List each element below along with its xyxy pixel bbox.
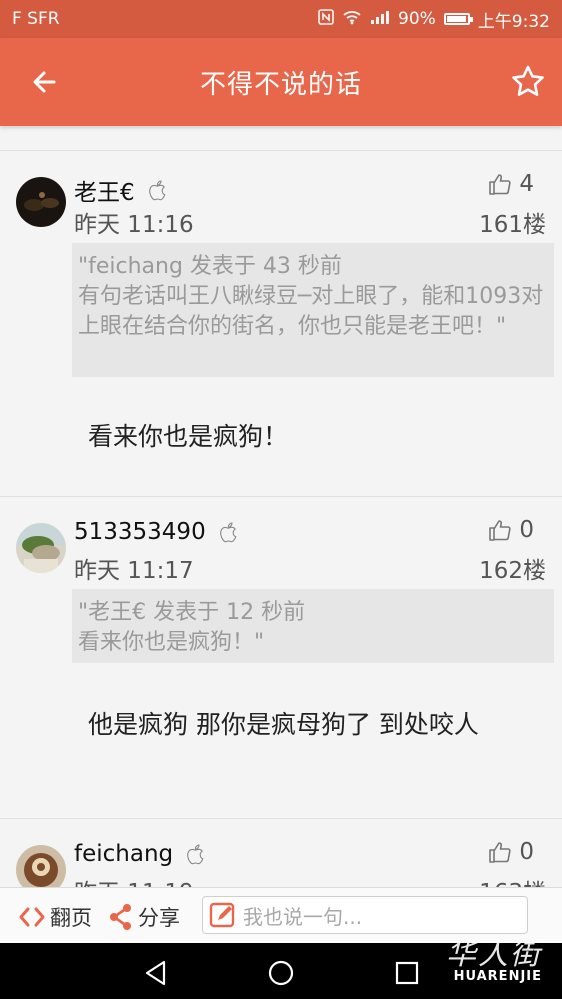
status-indicators: 90% 上午9:32 <box>318 7 550 32</box>
apple-icon <box>148 180 165 201</box>
username-label: 老王€ <box>74 180 135 206</box>
clock: 上午9:32 <box>477 11 550 32</box>
username[interactable]: 老王€ <box>74 173 169 207</box>
nav-back-button[interactable] <box>142 959 170 991</box>
reply-body: 看来你也是疯狗！ <box>88 422 289 451</box>
apple-icon <box>219 522 236 543</box>
post-time: 昨天 11:17 <box>74 558 194 584</box>
signal-icon <box>370 9 390 29</box>
avatar[interactable] <box>16 523 66 573</box>
reply-item: 513353490 昨天 11:17 0 162楼 "老王€ 发表于 12 秒前… <box>0 496 562 818</box>
nav-home-button[interactable] <box>266 958 296 992</box>
post-time: 昨天 11:19 <box>74 873 194 888</box>
username-label: 513353490 <box>74 519 206 545</box>
reply-body: 他是疯狗 那你是疯母狗了 到处咬人 <box>88 710 479 739</box>
arrow-left-icon <box>33 71 56 93</box>
thumbs-up-icon <box>489 174 511 195</box>
nav-recents-button[interactable] <box>394 960 420 990</box>
post-time: 昨天 11:16 <box>74 212 194 238</box>
reply-item: feichang 昨天 11:19 0 163楼 <box>0 818 562 888</box>
reply-placeholder: 我也说一句... <box>243 904 363 929</box>
nfc-icon <box>318 9 334 29</box>
share-icon <box>110 904 131 930</box>
like-button[interactable]: 4 <box>487 171 534 197</box>
username[interactable]: 513353490 <box>74 519 240 545</box>
avatar[interactable] <box>16 845 66 888</box>
floor-number: 163楼 <box>479 873 546 888</box>
thumbs-up-icon <box>489 842 511 863</box>
wifi-icon <box>342 9 362 29</box>
like-count: 0 <box>519 839 534 865</box>
list-top-spacer <box>0 126 562 150</box>
page-label: 翻页 <box>50 906 92 930</box>
battery-icon <box>443 13 473 25</box>
like-button[interactable]: 0 <box>487 839 534 865</box>
page-button[interactable]: 翻页 <box>18 902 92 932</box>
star-outline-icon <box>512 65 544 96</box>
carrier-label: F SFR <box>12 9 60 29</box>
page-title: 不得不说的话 <box>199 69 362 100</box>
like-count: 4 <box>519 171 534 197</box>
reply-list[interactable]: 老王€ 昨天 11:16 4 161楼 "feichang 发表于 43 秒前 … <box>0 126 562 888</box>
like-button[interactable]: 0 <box>487 517 534 543</box>
square-recents-icon <box>395 961 419 985</box>
username[interactable]: feichang <box>74 841 207 867</box>
apple-icon <box>187 844 204 865</box>
share-button[interactable]: 分享 <box>108 902 180 932</box>
circle-home-icon <box>268 960 294 986</box>
system-nav-bar <box>0 943 562 999</box>
avatar[interactable] <box>16 177 66 227</box>
floor-number: 162楼 <box>479 558 546 584</box>
battery-percent: 90% <box>398 9 436 29</box>
share-label: 分享 <box>138 906 180 930</box>
code-brackets-icon <box>19 907 45 927</box>
edit-icon <box>209 902 235 928</box>
quote-block: "老王€ 发表于 12 秒前 看来你也是疯狗！" <box>72 589 554 663</box>
status-bar: F SFR 90% 上午9:32 <box>0 0 562 38</box>
floor-number: 161楼 <box>479 212 546 238</box>
like-count: 0 <box>519 517 534 543</box>
reply-toolbar: 翻页 分享 我也说一句... <box>0 887 562 944</box>
triangle-back-icon <box>145 960 166 986</box>
back-button[interactable] <box>26 62 66 102</box>
username-label: feichang <box>74 841 174 867</box>
favorite-button[interactable] <box>508 62 548 102</box>
reply-item: 老王€ 昨天 11:16 4 161楼 "feichang 发表于 43 秒前 … <box>0 150 562 496</box>
quote-block: "feichang 发表于 43 秒前 有句老话叫王八瞅绿豆─对上眼了，能和10… <box>72 243 554 377</box>
thumbs-up-icon <box>489 520 511 541</box>
reply-input[interactable]: 我也说一句... <box>202 896 528 934</box>
app-bar: 不得不说的话 <box>0 38 562 126</box>
